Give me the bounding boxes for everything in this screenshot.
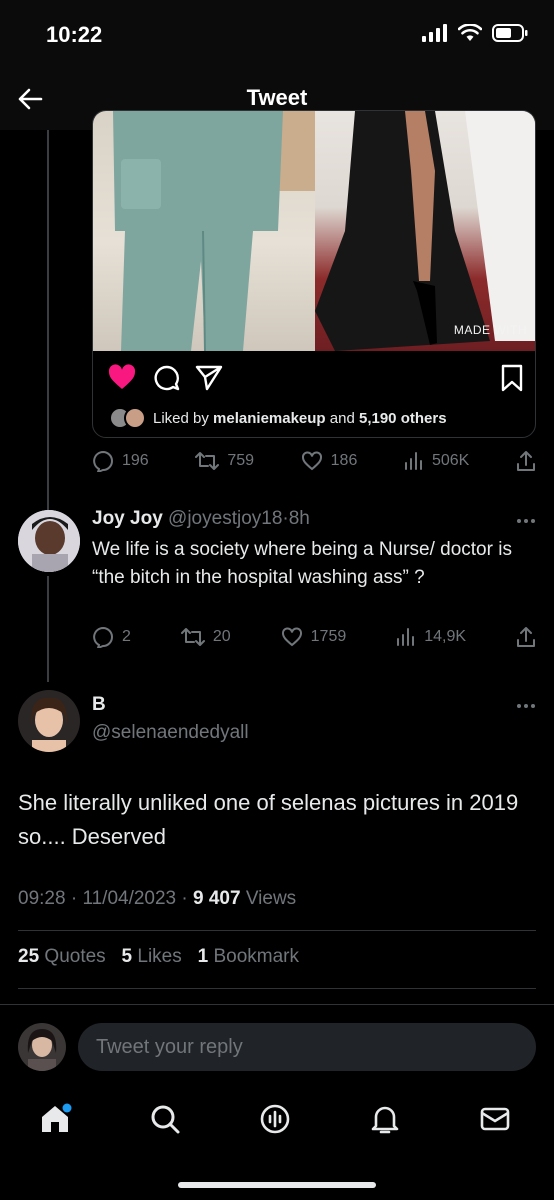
views-count: 9 407 xyxy=(193,888,241,909)
reply-header: Joy Joy @joyestjoy18·8h xyxy=(92,508,310,529)
heart-icon xyxy=(301,451,322,471)
tweet-date: 11/04/2023 xyxy=(82,888,177,909)
retweet-icon xyxy=(180,628,205,646)
liked-mid: and xyxy=(329,409,355,427)
post-metrics-row: 196 759 186 506K xyxy=(92,450,536,472)
status-icons xyxy=(422,24,528,42)
home-indicator xyxy=(178,1182,376,1188)
embedded-post-card[interactable]: MADE WITH Liked by melaniemakeup and 5,1… xyxy=(92,110,536,438)
search-icon[interactable] xyxy=(148,1102,182,1136)
like-action[interactable]: 1759 xyxy=(281,627,347,647)
views-icon xyxy=(397,628,415,646)
tweet-meta: 09:28 · 11/04/2023 · 9 407 Views xyxy=(18,888,297,909)
views-count: 14,9K xyxy=(424,628,467,645)
bookmarks-stat[interactable]: 1 Bookmark xyxy=(198,946,299,967)
likes-stat[interactable]: 5 Likes xyxy=(122,946,182,967)
signal-icon xyxy=(422,24,447,42)
reply-bar: Tweet your reply xyxy=(0,1004,554,1090)
status-time: 10:22 xyxy=(46,22,103,47)
heart-icon xyxy=(281,627,302,647)
main-author-name[interactable]: B xyxy=(92,694,106,716)
embedded-photo[interactable]: MADE WITH xyxy=(93,111,535,351)
share-icon[interactable] xyxy=(516,626,536,648)
retweet-action[interactable]: 759 xyxy=(195,451,254,471)
main-tweet-text: She literally unliked one of selenas pic… xyxy=(18,790,519,849)
reply-text: We life is a society where being a Nurse… xyxy=(92,539,512,588)
avatar[interactable] xyxy=(18,510,80,572)
messages-icon[interactable] xyxy=(478,1102,512,1136)
heart-filled-icon[interactable] xyxy=(107,363,137,391)
reply-action[interactable]: 196 xyxy=(92,450,149,472)
reply-metrics-row: 2 20 1759 14,9K xyxy=(92,626,536,648)
quotes-stat[interactable]: 25 Quotes xyxy=(18,946,106,967)
views-action[interactable]: 506K xyxy=(404,451,469,471)
like-action[interactable]: 186 xyxy=(301,451,358,471)
tab-bar xyxy=(0,1090,554,1200)
liked-user[interactable]: melaniemakeup xyxy=(213,410,326,427)
send-icon[interactable] xyxy=(195,365,223,391)
retweet-count: 759 xyxy=(227,452,255,469)
avatar[interactable] xyxy=(18,690,80,752)
battery-icon xyxy=(492,24,528,42)
reply-author-name[interactable]: Joy Joy xyxy=(92,508,163,529)
photo-right-panel xyxy=(315,111,535,351)
thread-line xyxy=(47,576,49,682)
main-author-handle[interactable]: @selenaendedyall xyxy=(92,722,249,744)
more-icon[interactable] xyxy=(516,518,536,524)
tweet-time: 09:28 xyxy=(18,888,66,909)
reply-icon xyxy=(93,626,113,648)
retweet-action[interactable]: 20 xyxy=(180,627,231,647)
reply-input[interactable]: Tweet your reply xyxy=(78,1023,536,1071)
liker-avatars xyxy=(109,407,146,429)
embedded-actions xyxy=(107,363,523,393)
divider xyxy=(18,930,536,931)
reply-action[interactable]: 2 xyxy=(92,626,131,648)
reply-count: 2 xyxy=(122,628,131,645)
comment-icon[interactable] xyxy=(153,364,181,392)
thread-line xyxy=(47,130,49,510)
reply-time: 8h xyxy=(288,508,310,529)
spaces-icon[interactable] xyxy=(258,1102,292,1136)
reply-author-handle[interactable]: @joyestjoy18 xyxy=(168,508,282,529)
divider xyxy=(18,988,536,989)
views-icon xyxy=(404,452,422,470)
more-icon[interactable] xyxy=(516,703,536,709)
tweet-stats: 25 Quotes 5 Likes 1 Bookmark xyxy=(18,946,299,968)
liked-count[interactable]: 5,190 others xyxy=(359,410,447,427)
page-title: Tweet xyxy=(246,85,308,110)
liked-prefix: Liked by xyxy=(153,409,209,427)
home-icon[interactable] xyxy=(38,1102,72,1136)
reply-icon xyxy=(93,450,113,472)
photo-watermark: MADE WITH xyxy=(453,323,527,337)
like-count: 1759 xyxy=(310,628,347,645)
share-icon[interactable] xyxy=(516,450,536,472)
like-count: 186 xyxy=(330,452,358,469)
bookmark-icon[interactable] xyxy=(501,364,523,392)
retweet-icon xyxy=(195,452,220,470)
notifications-icon[interactable] xyxy=(368,1102,402,1136)
status-bar: 10:22 xyxy=(0,0,554,68)
reply-count: 196 xyxy=(122,452,149,469)
my-avatar[interactable] xyxy=(18,1023,66,1071)
photo-left-panel xyxy=(93,111,315,351)
views-label: Views xyxy=(245,888,297,909)
views-count: 506K xyxy=(431,452,470,469)
retweet-count: 20 xyxy=(212,628,231,645)
liked-by-row: Liked by melaniemakeup and 5,190 others xyxy=(109,407,447,429)
views-action[interactable]: 14,9K xyxy=(396,627,466,647)
wifi-icon xyxy=(458,24,482,41)
